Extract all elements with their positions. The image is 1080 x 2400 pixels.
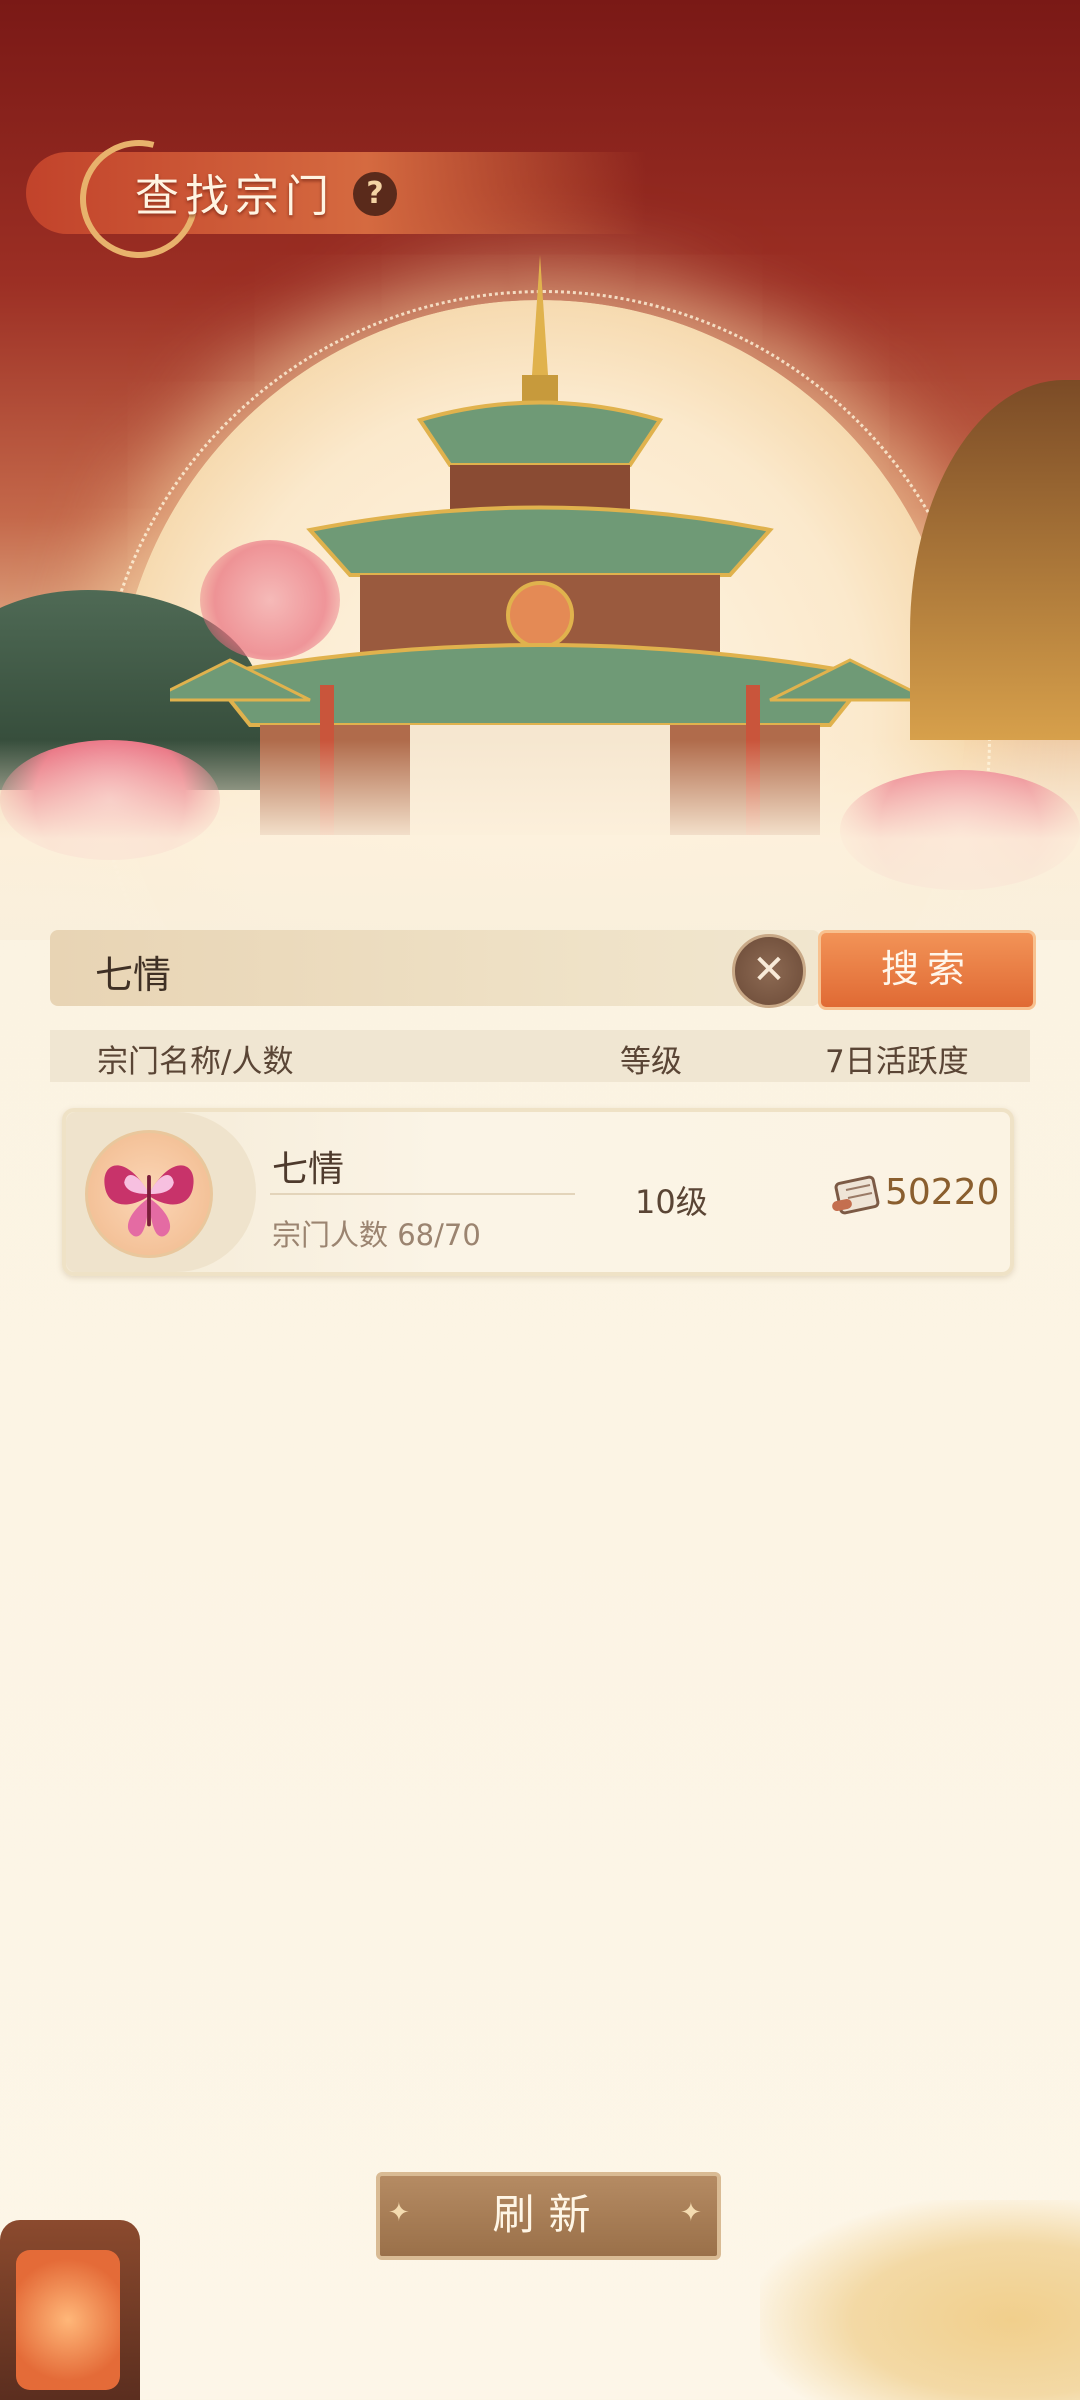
- clan-name: 七情: [272, 1149, 345, 1190]
- clan-level: 10级: [635, 1183, 708, 1221]
- clan-activity-score: 50220: [885, 1172, 1000, 1213]
- sect-scene-banner: [0, 0, 1080, 940]
- clan-avatar: [85, 1130, 213, 1258]
- help-icon[interactable]: ?: [353, 172, 397, 216]
- cloud-decoration: [760, 2200, 1080, 2400]
- diamond-ornament-icon: ✦: [388, 2198, 410, 2228]
- page-title: 查找宗门: [135, 171, 335, 222]
- activity-scroll-icon: [832, 1175, 880, 1215]
- clear-search-button[interactable]: ✕: [732, 934, 806, 1008]
- diamond-ornament-icon: ✦: [680, 2198, 702, 2228]
- mist-overlay: [0, 740, 1080, 940]
- right-cliff: [910, 380, 1080, 740]
- column-header-activity: 7日活跃度: [825, 1044, 969, 1080]
- lantern-glow: [16, 2250, 120, 2390]
- column-header-level: 等级: [620, 1044, 682, 1080]
- search-input-value[interactable]: 七情: [95, 944, 171, 999]
- column-header-name: 宗门名称/人数: [97, 1044, 294, 1080]
- refresh-button[interactable]: 刷新: [376, 2172, 721, 2260]
- butterfly-emblem-icon: [104, 1165, 194, 1237]
- divider: [270, 1193, 575, 1195]
- clan-member-count: 宗门人数 68/70: [272, 1218, 481, 1252]
- search-button[interactable]: 搜索: [818, 930, 1036, 1010]
